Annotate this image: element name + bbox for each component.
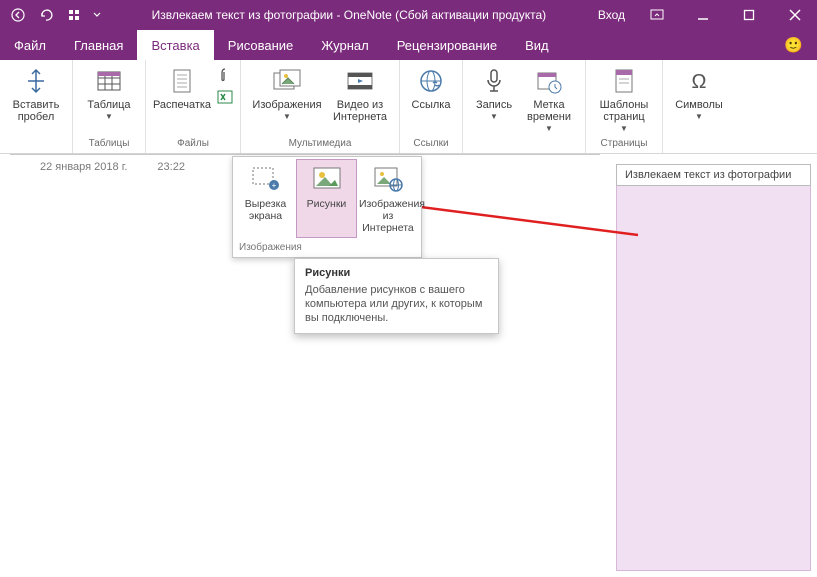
- tab-view[interactable]: Вид: [511, 30, 563, 60]
- tooltip-description: Добавление рисунков с вашего компьютера …: [305, 283, 488, 325]
- insert-space-button[interactable]: Вставить пробел: [6, 62, 66, 123]
- tab-insert[interactable]: Вставка: [137, 30, 213, 60]
- minimize-icon[interactable]: [681, 0, 725, 30]
- video-icon: [344, 65, 376, 97]
- table-button[interactable]: Таблица ▼: [79, 62, 139, 121]
- touch-mode-icon[interactable]: [62, 3, 86, 27]
- printout-button[interactable]: Распечатка: [152, 62, 212, 111]
- smiley-icon[interactable]: 🙂: [770, 30, 817, 60]
- window-title: Извлекаем текст из фотографии - OneNote …: [110, 8, 588, 22]
- printout-icon: [166, 65, 198, 97]
- group-files: Распечатка Файлы: [146, 60, 241, 153]
- tooltip-title: Рисунки: [305, 267, 488, 279]
- page-time: 23:22: [157, 161, 185, 173]
- file-attach-stack: [216, 62, 234, 106]
- spreadsheet-icon[interactable]: [216, 88, 234, 106]
- window-controls: [635, 0, 817, 30]
- ribbon-tabs: Файл Главная Вставка Рисование Журнал Ре…: [0, 30, 817, 60]
- tab-history[interactable]: Журнал: [307, 30, 382, 60]
- microphone-icon: [478, 65, 510, 97]
- svg-text:Ω: Ω: [692, 71, 707, 93]
- chevron-down-icon: ▼: [695, 112, 703, 121]
- sign-in-link[interactable]: Вход: [588, 8, 635, 22]
- online-pictures-button[interactable]: Изображения из Интернета: [357, 159, 419, 238]
- record-button[interactable]: Запись ▼: [469, 62, 519, 121]
- tab-draw[interactable]: Рисование: [214, 30, 307, 60]
- timestamp-icon: [533, 65, 565, 97]
- insert-space-icon: [20, 65, 52, 97]
- screen-clipping-icon: +: [250, 163, 282, 195]
- gallery-section-label: Изображения: [233, 240, 421, 257]
- title-bar: Извлекаем текст из фотографии - OneNote …: [0, 0, 817, 30]
- pictures-button[interactable]: Рисунки: [296, 159, 357, 238]
- qat-dropdown-icon[interactable]: [90, 3, 104, 27]
- group-media: Изображения ▼ Видео из Интернета Мультим…: [241, 60, 400, 153]
- pictures-icon: [311, 163, 343, 195]
- tab-file[interactable]: Файл: [0, 30, 60, 60]
- link-button[interactable]: Ссылка: [406, 62, 456, 111]
- online-pictures-icon: [372, 163, 404, 195]
- attach-file-icon[interactable]: [216, 66, 234, 84]
- undo-icon[interactable]: [34, 3, 58, 27]
- tooltip: Рисунки Добавление рисунков с вашего ком…: [294, 258, 499, 334]
- page-date: 22 января 2018 г.: [40, 161, 127, 173]
- ribbon: Вставить пробел Таблица ▼ Таблицы Распеч…: [0, 60, 817, 154]
- images-button[interactable]: Изображения ▼: [247, 62, 327, 121]
- timestamp-button[interactable]: Метка времени ▼: [519, 62, 579, 133]
- online-video-button[interactable]: Видео из Интернета: [327, 62, 393, 123]
- symbols-button[interactable]: Ω Символы ▼: [669, 62, 729, 121]
- chevron-down-icon: ▼: [105, 112, 113, 121]
- tab-home[interactable]: Главная: [60, 30, 137, 60]
- chevron-down-icon: ▼: [620, 124, 628, 133]
- group-insert-space: Вставить пробел: [0, 60, 73, 153]
- chevron-down-icon: ▼: [545, 124, 553, 133]
- tab-review[interactable]: Рецензирование: [383, 30, 511, 60]
- group-pages: Шаблоны страниц ▼ Страницы: [586, 60, 663, 153]
- group-links: Ссылка Ссылки: [400, 60, 463, 153]
- link-icon: [415, 65, 447, 97]
- page-list-panel: Извлекаем текст из фотографии: [616, 164, 811, 571]
- group-recording: Запись ▼ Метка времени ▼: [463, 60, 586, 153]
- images-gallery-dropdown: + Вырезка экрана Рисунки Изображения из …: [232, 156, 422, 258]
- page-templates-button[interactable]: Шаблоны страниц ▼: [592, 62, 656, 133]
- table-icon: [93, 65, 125, 97]
- maximize-icon[interactable]: [727, 0, 771, 30]
- symbols-icon: Ω: [683, 65, 715, 97]
- close-icon[interactable]: [773, 0, 817, 30]
- page-tab[interactable]: Извлекаем текст из фотографии: [616, 164, 811, 186]
- screen-clipping-button[interactable]: + Вырезка экрана: [235, 159, 296, 238]
- svg-text:+: +: [271, 181, 276, 190]
- images-icon: [271, 65, 303, 97]
- group-tables: Таблица ▼ Таблицы: [73, 60, 146, 153]
- back-icon[interactable]: [6, 3, 30, 27]
- chevron-down-icon: ▼: [490, 112, 498, 121]
- chevron-down-icon: ▼: [283, 112, 291, 121]
- ribbon-display-icon[interactable]: [635, 0, 679, 30]
- page-templates-icon: [608, 65, 640, 97]
- group-symbols: Ω Символы ▼: [663, 60, 735, 153]
- quick-access-toolbar: [0, 3, 110, 27]
